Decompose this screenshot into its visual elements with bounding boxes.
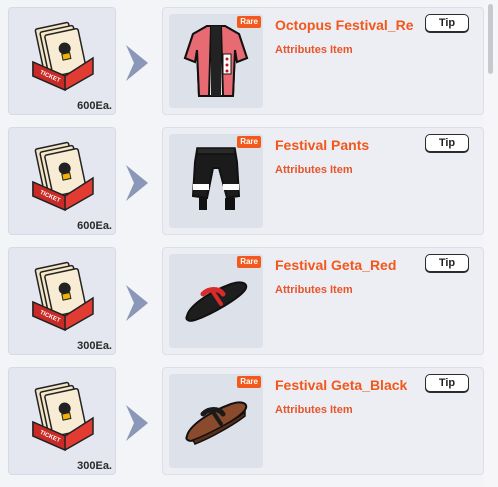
reward-item-tile[interactable]: Rare xyxy=(169,374,263,468)
ticket-box-icon: TICKET xyxy=(32,141,94,212)
festival-pants-icon xyxy=(191,147,241,210)
cost-quantity: 600Ea. xyxy=(77,100,112,112)
cost-item-tile[interactable]: TICKET 300Ea. xyxy=(8,367,116,475)
rarity-badge: Rare xyxy=(237,16,261,28)
exchange-row: TICKET 600Ea. Rare Octopus Festival_Re A… xyxy=(0,7,484,119)
arrow-right-icon xyxy=(126,45,148,81)
cost-quantity: 300Ea. xyxy=(77,340,112,352)
festival-coat-icon xyxy=(183,25,249,97)
item-type: Attributes Item xyxy=(275,284,353,296)
ticket-box-icon: TICKET xyxy=(32,381,94,452)
cost-item-tile[interactable]: TICKET 600Ea. xyxy=(8,127,116,235)
scrollbar-thumb[interactable] xyxy=(488,4,493,74)
item-name: Festival Geta_Black xyxy=(275,377,408,393)
exchange-row: TICKET 300Ea. Rare Festival Geta_Black A… xyxy=(0,367,484,479)
exchange-row: TICKET 300Ea. Rare Festival Geta_Red Att… xyxy=(0,247,484,359)
cost-item-tile[interactable]: TICKET 600Ea. xyxy=(8,7,116,115)
item-name: Festival Pants xyxy=(275,137,370,153)
arrow-right-icon xyxy=(126,405,148,441)
cost-item-tile[interactable]: TICKET 300Ea. xyxy=(8,247,116,355)
reward-panel: Rare Octopus Festival_Re Attributes Item… xyxy=(162,7,484,115)
ticket-box-icon: TICKET xyxy=(32,261,94,332)
reward-panel: Rare Festival Geta_Black Attributes Item… xyxy=(162,367,484,475)
reward-item-tile[interactable]: Rare xyxy=(169,254,263,348)
reward-panel: Rare Festival Geta_Red Attributes Item T… xyxy=(162,247,484,355)
item-type: Attributes Item xyxy=(275,404,353,416)
rarity-badge: Rare xyxy=(237,376,261,388)
arrow-right-icon xyxy=(126,285,148,321)
item-type: Attributes Item xyxy=(275,44,353,56)
tip-button[interactable]: Tip xyxy=(425,254,469,272)
geta-black-icon xyxy=(185,401,248,445)
item-name: Festival Geta_Red xyxy=(275,257,397,273)
rarity-badge: Rare xyxy=(237,256,261,268)
rarity-badge: Rare xyxy=(237,136,261,148)
reward-item-tile[interactable]: Rare xyxy=(169,134,263,228)
cost-quantity: 600Ea. xyxy=(77,220,112,232)
tip-button[interactable]: Tip xyxy=(425,14,469,32)
ticket-box-icon: TICKET xyxy=(32,21,94,92)
cost-quantity: 300Ea. xyxy=(77,460,112,472)
exchange-row: TICKET 600Ea. Rare Festival Pants Attrib… xyxy=(0,127,484,239)
reward-item-tile[interactable]: Rare xyxy=(169,14,263,108)
item-type: Attributes Item xyxy=(275,164,353,176)
arrow-right-icon xyxy=(126,165,148,201)
vertical-scrollbar[interactable] xyxy=(484,0,498,487)
reward-panel: Rare Festival Pants Attributes Item Tip xyxy=(162,127,484,235)
tip-button[interactable]: Tip xyxy=(425,374,469,392)
exchange-list: TICKET 600Ea. Rare Octopus Festival_Re A… xyxy=(0,0,484,487)
tip-button[interactable]: Tip xyxy=(425,134,469,152)
geta-red-icon xyxy=(185,281,248,322)
item-name: Octopus Festival_Re xyxy=(275,17,414,33)
